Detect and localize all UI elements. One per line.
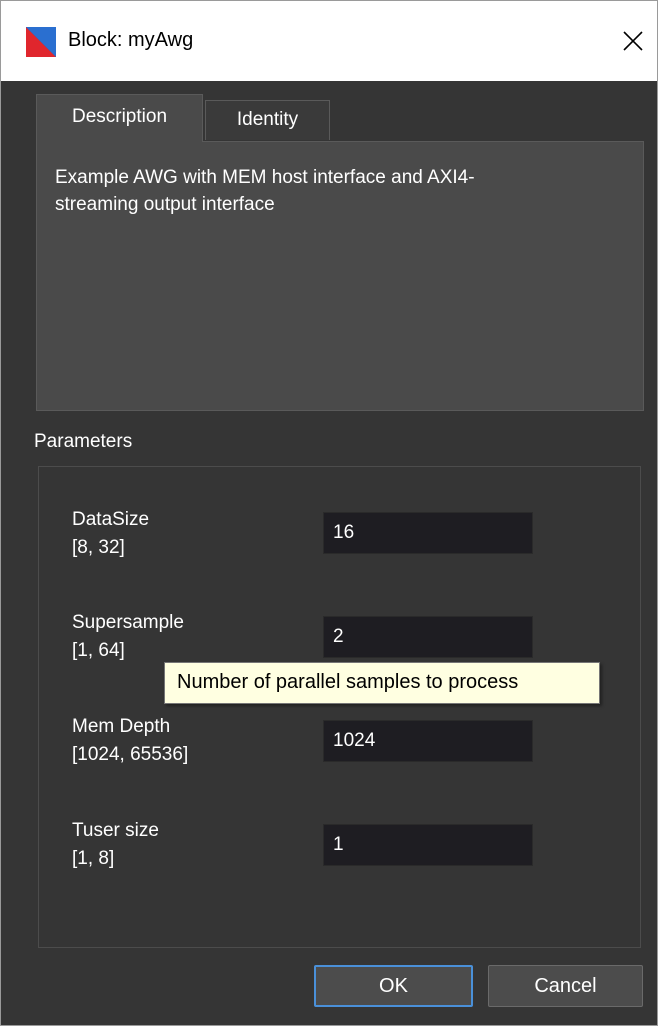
param-memdepth-label: Mem Depth: [72, 716, 171, 737]
param-memdepth-range: [1024, 65536]: [72, 744, 189, 765]
memdepth-input[interactable]: 1024: [323, 720, 533, 762]
ok-button[interactable]: OK: [314, 965, 473, 1007]
parameters-group-label: Parameters: [34, 431, 133, 452]
description-line: Example AWG with MEM host interface and …: [55, 167, 475, 188]
tab-description[interactable]: Description: [36, 94, 203, 142]
block-dialog: Block: myAwg Identity Description Exampl…: [0, 0, 658, 1026]
tab-identity[interactable]: Identity: [205, 100, 330, 140]
datasize-input[interactable]: 16: [323, 512, 533, 554]
param-tusersize-range: [1, 8]: [72, 848, 115, 869]
close-icon: [623, 31, 643, 51]
param-datasize-label: DataSize: [72, 509, 150, 530]
param-supersample-label: Supersample: [72, 612, 184, 633]
app-logo-icon: [26, 27, 56, 57]
supersample-tooltip: Number of parallel samples to process: [164, 662, 600, 704]
description-text: Example AWG with MEM host interface and …: [55, 164, 625, 218]
cancel-button[interactable]: Cancel: [488, 965, 643, 1007]
supersample-input[interactable]: 2: [323, 616, 533, 658]
close-button[interactable]: [613, 21, 653, 61]
param-datasize-range: [8, 32]: [72, 537, 125, 558]
description-line: streaming output interface: [55, 194, 275, 215]
param-supersample-range: [1, 64]: [72, 640, 125, 661]
window-title: Block: myAwg: [68, 29, 194, 51]
param-tusersize-label: Tuser size: [72, 820, 159, 841]
title-bar: Block: myAwg: [1, 1, 657, 81]
tusersize-input[interactable]: 1: [323, 824, 533, 866]
